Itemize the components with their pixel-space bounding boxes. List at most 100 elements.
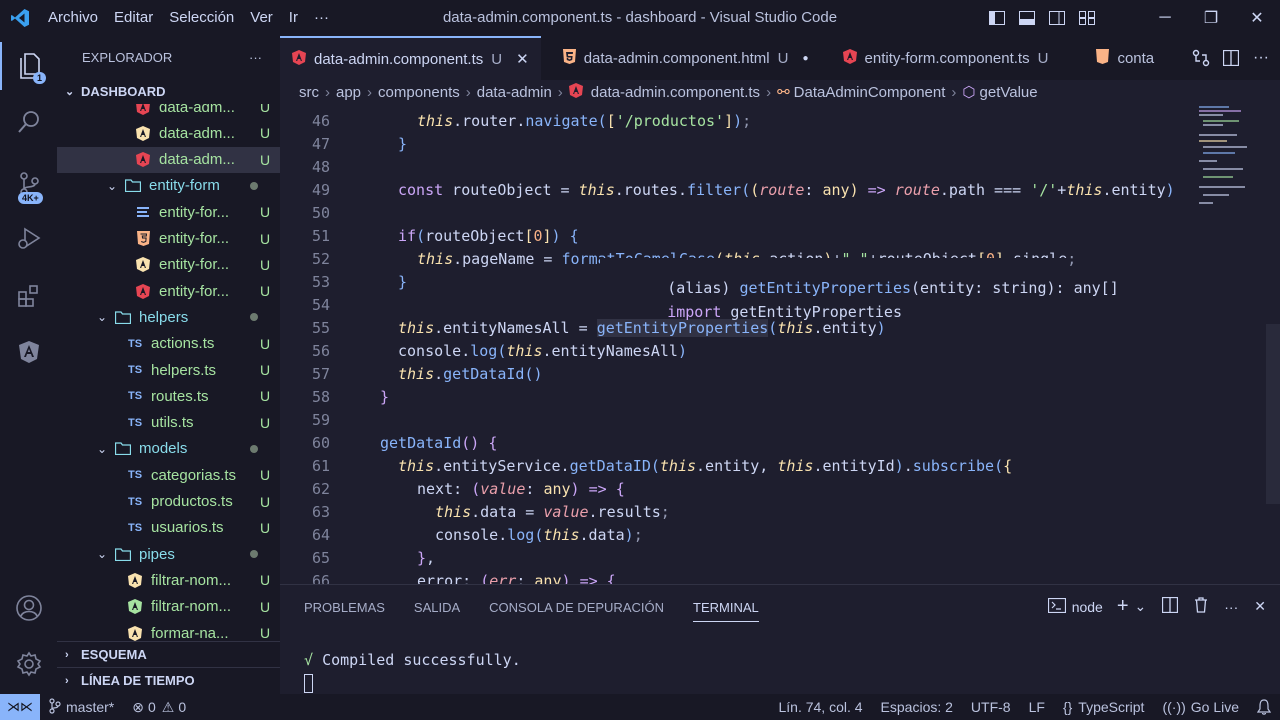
chevron-right-icon: › <box>65 674 69 687</box>
cursor-position[interactable]: Lín. 74, col. 4 <box>769 699 871 715</box>
go-live-button[interactable]: ((·)) Go Live <box>1153 699 1248 715</box>
file-item[interactable]: data-adm... U <box>57 120 280 146</box>
branch-status[interactable]: master* <box>40 697 123 717</box>
close-panel-icon[interactable]: ✕ <box>1254 598 1266 615</box>
hover-import-keyword: import <box>667 303 731 321</box>
file-item[interactable]: TS routes.ts U <box>57 383 280 409</box>
account-icon[interactable] <box>0 584 57 632</box>
unsaved-dot-icon[interactable]: ● <box>802 53 808 64</box>
breadcrumb-src[interactable]: src <box>299 84 319 101</box>
outline-section[interactable]: › ESQUEMA <box>57 641 280 667</box>
explorer-more-button[interactable]: ··· <box>249 50 262 65</box>
editor-scrollbar[interactable] <box>1266 324 1280 504</box>
minimize-icon[interactable]: ─ <box>1142 0 1188 36</box>
angular-service-file-icon <box>133 125 153 141</box>
split-terminal-icon[interactable] <box>1162 596 1179 616</box>
explorer-icon[interactable]: 1 <box>0 42 57 90</box>
code-editor[interactable]: 46 47 48 49 50 51 52 53 54 55 56 57 58 59 60 61 62 63 64 65… <box>280 104 1280 584</box>
file-item[interactable]: filtrar-nom... U <box>57 567 280 593</box>
menu-editar[interactable]: Editar <box>106 0 161 36</box>
menu-archivo[interactable]: Archivo <box>40 0 106 36</box>
customize-layout-icon[interactable] <box>1072 0 1102 36</box>
timeline-section[interactable]: › LÍNEA DE TIEMPO <box>57 667 280 693</box>
file-name: usuarios.ts <box>151 519 224 537</box>
folder-item[interactable]: ⌄ pipes <box>57 541 280 567</box>
tab-data-admin-ts[interactable]: data-admin.component.ts U ✕ <box>280 36 541 80</box>
untracked-status: U <box>259 598 271 615</box>
close-window-icon[interactable]: ✕ <box>1234 0 1280 36</box>
tab-conta[interactable]: conta <box>1060 36 1166 80</box>
breadcrumb-app[interactable]: app <box>336 84 361 101</box>
terminal-name[interactable]: node <box>1072 599 1103 615</box>
angular-icon[interactable] <box>0 328 57 376</box>
chevron-down-icon[interactable]: ⌄ <box>1135 598 1147 615</box>
close-tab-icon[interactable]: ✕ <box>516 50 529 68</box>
file-item[interactable]: entity-for... U <box>57 226 280 252</box>
file-item[interactable]: TS productos.ts U <box>57 489 280 515</box>
breadcrumb-method[interactable]: getValue <box>980 84 1038 101</box>
tab-consola-depuracion[interactable]: CONSOLA DE DEPURACIÓN <box>489 585 664 631</box>
folder-item[interactable]: ⌄ helpers <box>57 304 280 330</box>
tab-data-admin-html[interactable]: data-admin.component.html U ● <box>541 36 821 80</box>
file-item[interactable]: TS usuarios.ts U <box>57 515 280 541</box>
tab-terminal[interactable]: TERMINAL <box>693 594 759 622</box>
tab-salida[interactable]: SALIDA <box>414 585 460 631</box>
breadcrumb-data-admin[interactable]: data-admin <box>477 84 552 101</box>
file-item[interactable]: TS utils.ts U <box>57 410 280 436</box>
file-item[interactable]: data-adm... U <box>57 146 280 173</box>
file-item[interactable]: TS actions.ts U <box>57 331 280 357</box>
code-line-61: this.entityService.getDataID(this.entity… <box>398 457 1013 475</box>
remote-icon[interactable]: ⋊⋉ <box>0 694 40 720</box>
settings-gear-icon[interactable] <box>0 640 57 688</box>
more-actions-icon[interactable]: ··· <box>1246 40 1276 76</box>
toggle-secondary-sidebar-icon[interactable] <box>1042 0 1072 36</box>
minimap[interactable] <box>1195 104 1265 224</box>
notifications-bell-icon[interactable] <box>1248 699 1280 715</box>
restore-icon[interactable]: ❐ <box>1188 0 1234 36</box>
warning-count: 0 <box>178 699 187 715</box>
compare-changes-icon[interactable] <box>1186 40 1216 76</box>
hover-tooltip: (alias) getEntityProperties(entity: stri… <box>600 258 1119 321</box>
toggle-panel-icon[interactable] <box>1012 0 1042 36</box>
problems-status[interactable]: ⊗ 0 ⚠ 0 <box>123 699 195 716</box>
run-debug-icon[interactable] <box>0 214 57 262</box>
terminal-output[interactable]: √ Compiled successfully. <box>304 651 521 693</box>
extensions-icon[interactable] <box>0 272 57 320</box>
chevron-right-icon: › <box>65 648 69 661</box>
tab-problemas[interactable]: PROBLEMAS <box>304 585 385 631</box>
breadcrumb-class[interactable]: DataAdminComponent <box>794 84 946 101</box>
workspace-section[interactable]: ⌄ DASHBOARD <box>57 78 280 104</box>
file-item[interactable]: TS helpers.ts U <box>57 357 280 383</box>
html-file-icon <box>562 48 576 68</box>
more-icon[interactable]: ··· <box>1224 599 1238 615</box>
end-of-line[interactable]: LF <box>1020 699 1054 715</box>
new-terminal-icon[interactable]: + <box>1117 595 1129 618</box>
source-control-icon[interactable]: 4K+ <box>0 160 57 208</box>
trash-icon[interactable] <box>1194 597 1208 616</box>
language-mode[interactable]: {} TypeScript <box>1054 699 1154 715</box>
folder-item[interactable]: ⌄ entity-form <box>57 173 280 199</box>
file-item[interactable]: filtrar-nom... U <box>57 594 280 620</box>
toggle-sidebar-icon[interactable] <box>982 0 1012 36</box>
breadcrumb-components[interactable]: components <box>378 84 460 101</box>
folder-item[interactable]: ⌄ models <box>57 436 280 462</box>
tab-entity-form-ts[interactable]: entity-form.component.ts U <box>821 36 1061 80</box>
file-item[interactable]: entity-for... U <box>57 252 280 278</box>
folder-icon <box>113 547 133 561</box>
file-item[interactable]: entity-for... U <box>57 278 280 304</box>
menu-seleccion[interactable]: Selección <box>161 0 242 36</box>
file-item[interactable]: data-adm... U <box>57 104 280 120</box>
code-line-47: } <box>398 135 408 153</box>
indentation[interactable]: Espacios: 2 <box>872 699 962 715</box>
encoding[interactable]: UTF-8 <box>962 699 1020 715</box>
menu-more[interactable]: ··· <box>306 0 337 36</box>
search-icon[interactable] <box>0 98 57 146</box>
file-item[interactable]: entity-for... U <box>57 199 280 225</box>
file-item[interactable]: TS categorias.ts U <box>57 462 280 488</box>
menu-ir[interactable]: Ir <box>281 0 306 36</box>
split-editor-icon[interactable] <box>1216 40 1246 76</box>
untracked-status: U <box>259 467 271 484</box>
menu-ver[interactable]: Ver <box>242 0 281 36</box>
file-name: entity-for... <box>159 230 230 247</box>
breadcrumb-file[interactable]: data-admin.component.ts <box>591 84 760 101</box>
